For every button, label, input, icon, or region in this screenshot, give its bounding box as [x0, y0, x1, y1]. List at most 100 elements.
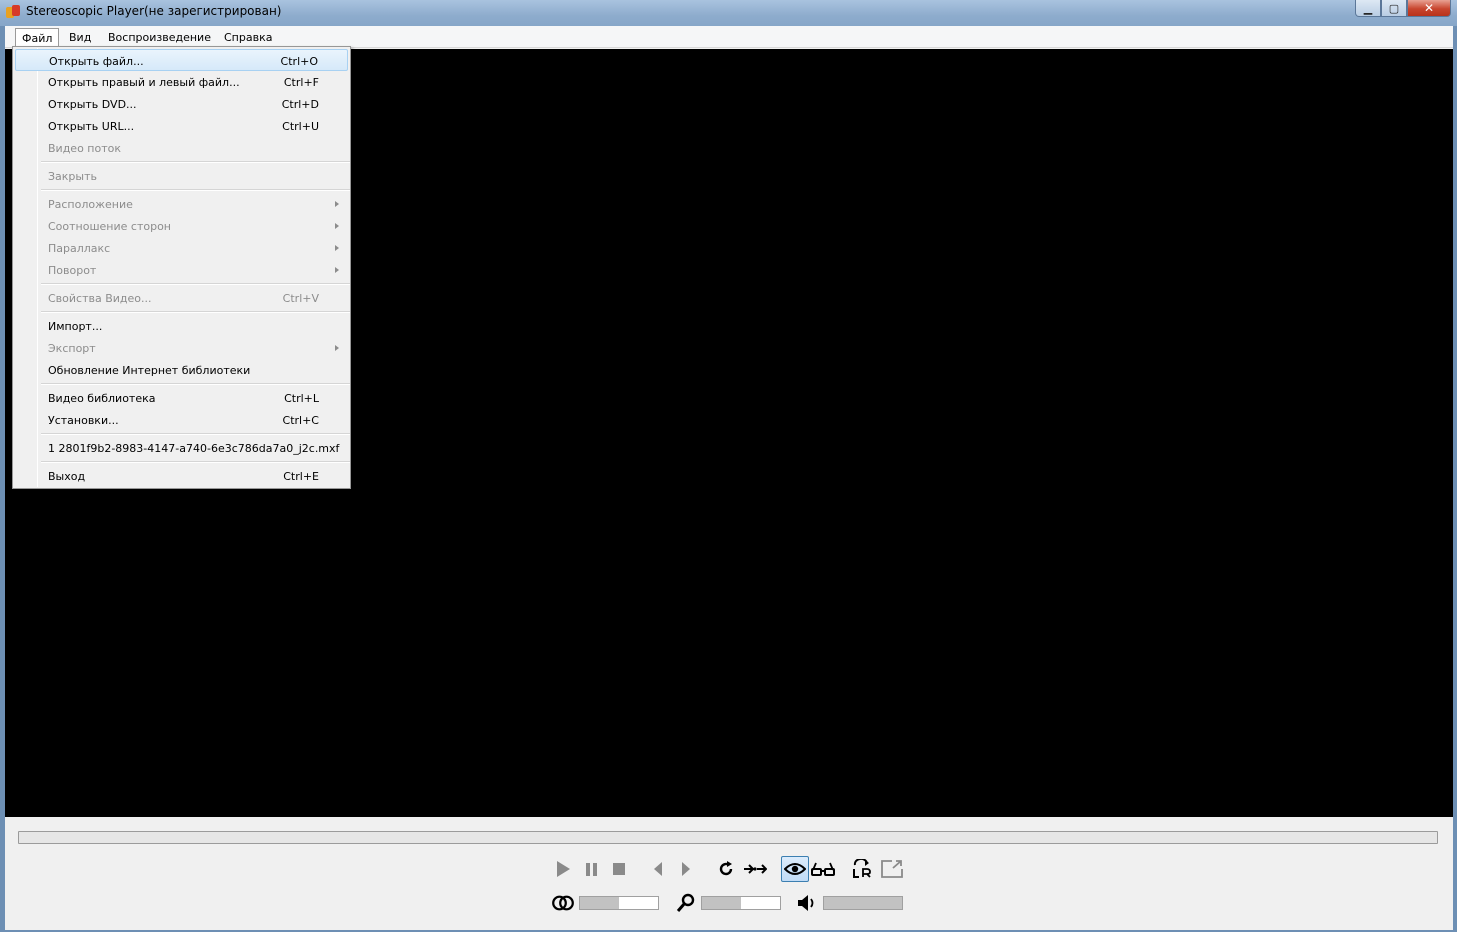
swap-arrows-icon — [744, 864, 767, 874]
glasses-button[interactable] — [810, 857, 836, 881]
magnifier-icon — [676, 893, 695, 912]
slider-remaining — [741, 897, 780, 909]
menu-item-label: Открыть URL... — [48, 120, 135, 133]
menu-open-dvd[interactable]: Открыть DVD... Ctrl+D — [15, 93, 348, 115]
menu-video-library[interactable]: Видео библиотека Ctrl+L — [15, 387, 348, 409]
menu-separator — [41, 161, 350, 163]
menu-item-shortcut: Ctrl+D — [281, 98, 319, 111]
menu-item-label: Экспорт — [48, 342, 96, 355]
view-mode-button[interactable] — [781, 856, 809, 882]
menu-separator — [41, 383, 350, 385]
menu-import[interactable]: Импорт... — [15, 315, 348, 337]
menu-video-properties[interactable]: Свойства Видео... Ctrl+V — [15, 287, 348, 309]
menu-item-shortcut: Ctrl+F — [283, 76, 319, 89]
zoom-slider[interactable] — [701, 896, 781, 910]
menu-separator — [41, 189, 350, 191]
step-forward-icon — [682, 862, 690, 876]
speaker-icon — [798, 895, 814, 911]
menu-item-label: Видео библиотека — [48, 392, 156, 405]
menu-item-label: Открыть правый и левый файл... — [48, 76, 240, 89]
fullscreen-button[interactable] — [879, 857, 905, 881]
menu-aspect-ratio[interactable]: Соотношение сторон — [15, 215, 348, 237]
menu-item-label: Параллакс — [48, 242, 111, 255]
menu-file[interactable]: Файл — [15, 28, 60, 47]
3d-glasses-icon — [811, 862, 835, 876]
menu-item-label: Поворот — [48, 264, 97, 277]
menu-item-label: Соотношение сторон — [48, 220, 171, 233]
swap-button[interactable] — [742, 857, 768, 881]
play-button[interactable] — [552, 859, 574, 879]
left-right-swap-button[interactable] — [850, 857, 874, 881]
menu-item-label: Обновление Интернет библиотеки — [48, 364, 251, 377]
menu-view[interactable]: Вид — [63, 28, 97, 47]
zoom-button[interactable] — [674, 892, 698, 914]
title-bar[interactable]: Stereoscopic Player(не зарегистрирован) … — [0, 0, 1457, 26]
menu-update-internet-library[interactable]: Обновление Интернет библиотеки — [15, 359, 348, 381]
menu-separator — [41, 461, 350, 463]
menu-item-label: Расположение — [48, 198, 133, 211]
menu-open-url[interactable]: Открыть URL... Ctrl+U — [15, 115, 348, 137]
parallax-slider[interactable] — [579, 896, 659, 910]
menu-item-shortcut: Ctrl+L — [284, 392, 319, 405]
menu-separator — [41, 433, 350, 435]
menu-item-label: Выход — [48, 470, 86, 483]
submenu-arrow-icon — [335, 223, 339, 229]
menu-exit[interactable]: Выход Ctrl+E — [15, 465, 348, 487]
menu-parallax[interactable]: Параллакс — [15, 237, 348, 259]
refresh-icon — [719, 861, 733, 876]
menu-rotation[interactable]: Поворот — [15, 259, 348, 281]
menu-video-stream[interactable]: Видео поток — [15, 137, 348, 159]
menu-separator — [41, 283, 350, 285]
menu-item-shortcut: Ctrl+E — [283, 470, 319, 483]
menu-item-shortcut: Ctrl+O — [280, 55, 318, 68]
file-menu-dropdown: Открыть файл... Ctrl+O Открыть правый и … — [12, 46, 351, 489]
maximize-button[interactable]: ▢ — [1381, 0, 1407, 17]
menu-layout[interactable]: Расположение — [15, 193, 348, 215]
menu-item-label: Видео поток — [48, 142, 121, 155]
loop-button[interactable] — [714, 857, 738, 881]
minimize-button[interactable]: ▁ — [1355, 0, 1381, 17]
volume-slider[interactable] — [823, 896, 903, 910]
next-frame-button[interactable] — [676, 859, 696, 879]
menu-separator — [41, 311, 350, 313]
submenu-arrow-icon — [335, 201, 339, 207]
slider-fill — [824, 897, 902, 909]
menu-help[interactable]: Справка — [218, 28, 278, 47]
menu-recent-file[interactable]: 1 2801f9b2-8983-4147-a740-6e3c786da7a0_j… — [15, 437, 348, 459]
menu-open-left-right[interactable]: Открыть правый и левый файл... Ctrl+F — [15, 71, 348, 93]
window-title: Stereoscopic Player(не зарегистрирован) — [26, 4, 282, 18]
menu-item-shortcut: Ctrl+C — [282, 414, 319, 427]
slider-fill — [580, 897, 619, 909]
main-window: Файл Вид Воспроизведение Справка Открыть… — [5, 26, 1453, 930]
menu-item-label: Установки... — [48, 414, 119, 427]
slider-remaining — [619, 897, 658, 909]
menu-item-shortcut: Ctrl+U — [282, 120, 319, 133]
previous-frame-button[interactable] — [648, 859, 668, 879]
close-button[interactable]: ✕ — [1407, 0, 1451, 17]
lr-swap-icon — [853, 859, 871, 878]
parallax-icon — [552, 895, 574, 911]
stop-icon — [613, 863, 625, 875]
menu-item-label: Свойства Видео... — [48, 292, 152, 305]
mute-button[interactable] — [795, 892, 819, 914]
menu-bar: Файл Вид Воспроизведение Справка — [5, 26, 1453, 48]
menu-export[interactable]: Экспорт — [15, 337, 348, 359]
stop-button[interactable] — [608, 859, 630, 879]
submenu-arrow-icon — [335, 345, 339, 351]
menu-settings[interactable]: Установки... Ctrl+C — [15, 409, 348, 431]
menu-close[interactable]: Закрыть — [15, 165, 348, 187]
fullscreen-icon — [881, 860, 903, 878]
parallax-button[interactable] — [550, 893, 576, 913]
menu-playback[interactable]: Воспроизведение — [102, 28, 217, 47]
menu-open-file[interactable]: Открыть файл... Ctrl+O — [15, 49, 348, 71]
slider-fill — [702, 897, 741, 909]
submenu-arrow-icon — [335, 245, 339, 251]
menu-item-label: Закрыть — [48, 170, 97, 183]
seek-bar[interactable] — [18, 831, 1438, 844]
menu-item-label: Открыть файл... — [49, 55, 144, 68]
app-icon — [6, 5, 20, 19]
pause-icon — [585, 862, 597, 876]
menu-item-label: Открыть DVD... — [48, 98, 137, 111]
pause-button[interactable] — [580, 859, 602, 879]
play-icon — [556, 861, 570, 877]
